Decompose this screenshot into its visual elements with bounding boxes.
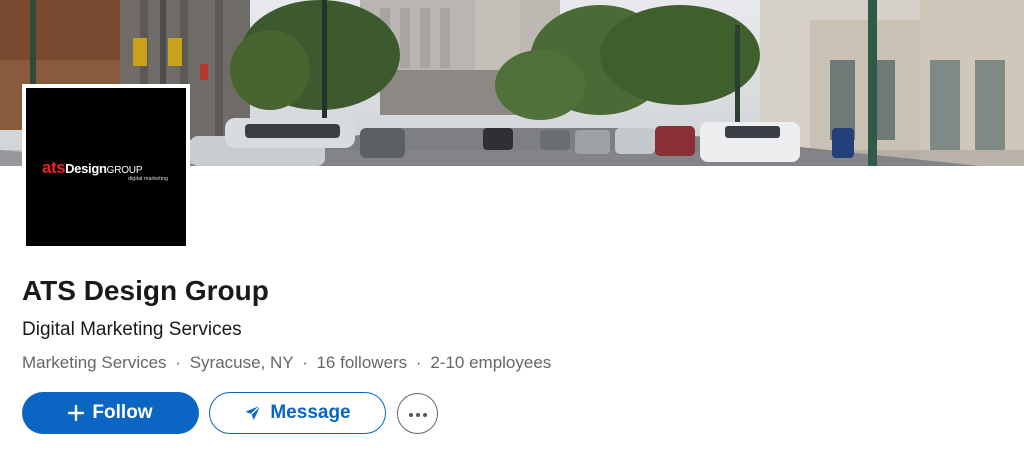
- ellipsis-icon: [408, 405, 428, 423]
- message-button[interactable]: Message: [209, 392, 386, 434]
- logo-ats-text: ats: [42, 158, 66, 177]
- meta-separator: ·: [302, 353, 308, 372]
- follow-button[interactable]: Follow: [22, 392, 199, 434]
- employees-link[interactable]: 2-10 employees: [430, 353, 551, 372]
- company-name: ATS Design Group: [22, 275, 269, 306]
- follow-label: Follow: [92, 402, 153, 423]
- logo-tagline: digital marketing: [128, 176, 169, 182]
- meta-separator: ·: [415, 353, 422, 372]
- meta-separator: ·: [175, 353, 181, 372]
- logo-background: atsDesignGROUP digital marketing: [26, 88, 186, 246]
- company-page: atsDesignGROUP digital marketing ATS Des…: [0, 0, 1024, 456]
- followers-link[interactable]: 16 followers: [316, 353, 407, 372]
- company-meta: Marketing Services · Syracuse, NY · 16 f…: [22, 352, 551, 374]
- industry-text: Marketing Services: [22, 353, 167, 372]
- logo-group-text: GROUP: [106, 165, 143, 176]
- more-button[interactable]: [397, 393, 438, 434]
- logo-wordmark: atsDesignGROUP: [42, 159, 142, 177]
- logo-design-text: Design: [65, 161, 107, 176]
- message-label: Message: [270, 402, 351, 423]
- company-logo[interactable]: atsDesignGROUP digital marketing: [22, 84, 190, 250]
- company-tagline: Digital Marketing Services: [22, 319, 242, 340]
- location-text: Syracuse, NY: [189, 353, 294, 372]
- send-icon: [244, 404, 262, 422]
- plus-icon: [68, 405, 85, 421]
